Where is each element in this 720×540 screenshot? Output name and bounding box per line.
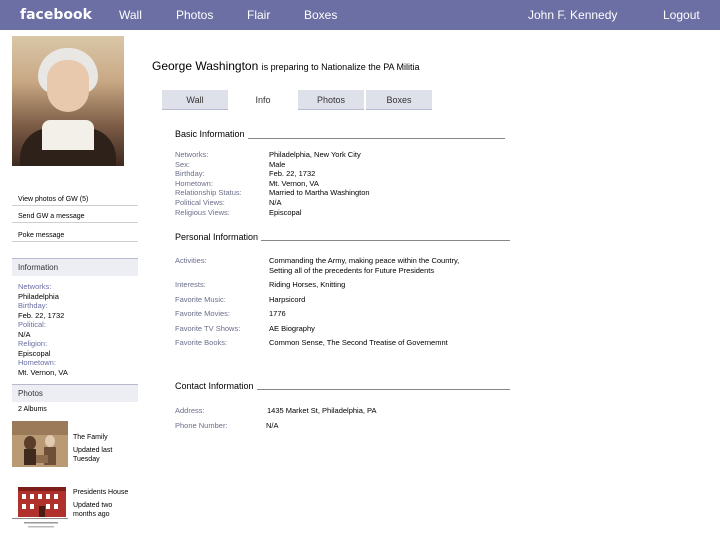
info-value: Feb. 22, 1732: [18, 310, 65, 320]
info-value: Philadelphia: [18, 291, 59, 301]
books-value: Common Sense, The Second Treatise of Gov…: [269, 338, 448, 347]
album-presidents-house-thumbnail[interactable]: [12, 485, 68, 531]
movies-label: Favorite Movies:: [175, 309, 231, 318]
info-value: Mt. Vernon, VA: [18, 367, 68, 377]
profile-picture[interactable]: [12, 36, 124, 166]
basic-value[interactable]: Philadelphia, New York City: [269, 150, 370, 160]
profile-name[interactable]: George Washington: [152, 59, 258, 73]
basic-value: Feb. 22, 1732: [269, 169, 316, 179]
album-updated: Updated last Tuesday: [73, 447, 113, 463]
info-label: Political:: [18, 320, 46, 329]
basic-info-values: Philadelphia, New York City Male Feb. 22…: [269, 150, 370, 217]
movies-value: 1776: [269, 309, 286, 318]
interests-label: Interests:: [175, 280, 206, 289]
basic-label: Sex:: [175, 159, 191, 169]
poke-link[interactable]: Poke message: [12, 230, 138, 242]
information-list: Networks: Philadelphia Birthday: Feb. 22…: [18, 282, 138, 377]
information-header: Information: [12, 258, 138, 276]
basic-info-title: Basic Information: [175, 129, 248, 139]
album-title[interactable]: Presidents House: [73, 489, 128, 496]
top-navigation-bar: facebook Wall Photos Flair Boxes John F.…: [0, 0, 720, 30]
tab-photos[interactable]: Photos: [298, 90, 364, 110]
nav-photos[interactable]: Photos: [176, 8, 213, 22]
nav-flair[interactable]: Flair: [247, 8, 270, 22]
send-message-link[interactable]: Send GW a message: [12, 211, 138, 223]
basic-value: Episcopal: [269, 207, 302, 217]
address-value: 1435 Market St, Philadelphia, PA: [267, 406, 377, 415]
status-text: is preparing to Nationalize the PA Milit…: [261, 62, 420, 72]
phone-value: N/A: [266, 421, 279, 430]
current-user-link[interactable]: John F. Kennedy: [528, 8, 617, 22]
address-label: Address:: [175, 406, 205, 415]
books-label: Favorite Books:: [175, 338, 228, 347]
profile-tabs: Wall Info Photos Boxes: [162, 90, 434, 110]
info-label: Hometown:: [18, 358, 56, 367]
info-value: Episcopal: [18, 348, 51, 358]
basic-label: Birthday:: [175, 169, 205, 179]
album-family-thumbnail[interactable]: [12, 421, 68, 467]
activities-label: Activities:: [175, 256, 207, 265]
tv-value: AE Biography: [269, 324, 315, 333]
tv-label: Favorite TV Shows:: [175, 324, 241, 333]
nav-boxes[interactable]: Boxes: [304, 8, 337, 22]
tab-info[interactable]: Info: [230, 90, 296, 110]
albums-count: 2 Albums: [18, 406, 47, 413]
music-label: Favorite Music:: [175, 295, 226, 304]
basic-label: Hometown:: [175, 178, 213, 188]
activities-value-line-2: Setting all of the precedents for Future…: [269, 266, 435, 275]
basic-value[interactable]: Married to Martha Washington: [269, 188, 370, 198]
info-label: Birthday:: [18, 301, 48, 310]
tab-wall[interactable]: Wall: [162, 90, 228, 110]
personal-info-title: Personal Information: [175, 232, 262, 242]
basic-value: N/A: [269, 197, 282, 207]
portrait-face: [47, 60, 89, 112]
album-updated: Updated two months ago: [73, 502, 113, 518]
status-line: George Washington is preparing to Nation…: [152, 59, 420, 73]
info-label: Religion:: [18, 339, 48, 348]
logout-link[interactable]: Logout: [663, 8, 700, 22]
phone-label: Phone Number:: [175, 421, 228, 430]
photos-header: Photos: [12, 384, 138, 402]
view-photos-link[interactable]: View photos of GW (5): [12, 194, 138, 206]
basic-label: Relationship Status:: [175, 188, 242, 198]
tab-boxes[interactable]: Boxes: [366, 90, 432, 110]
info-value: N/A: [18, 329, 31, 339]
album-title[interactable]: The Family: [73, 434, 108, 441]
facebook-logo[interactable]: facebook: [20, 7, 92, 23]
basic-info-labels: Networks: Sex: Birthday: Hometown: Relat…: [175, 150, 242, 217]
interests-value: Riding Horses, Knitting: [269, 280, 346, 289]
basic-label: Religious Views:: [175, 207, 230, 217]
basic-value: Mt. Vernon, VA: [269, 178, 319, 188]
basic-label: Political Views:: [175, 197, 225, 207]
music-value: Harpsicord: [269, 295, 306, 304]
album-item[interactable]: The Family Updated last Tuesday: [12, 421, 138, 471]
contact-info-title: Contact Information: [175, 381, 257, 391]
album-item[interactable]: Presidents House Updated two months ago: [12, 485, 138, 535]
info-label: Networks:: [18, 282, 52, 291]
portrait-collar: [42, 120, 94, 150]
basic-value: Male: [269, 159, 286, 169]
basic-label: Networks:: [175, 150, 209, 159]
activities-value-line-1: Commanding the Army, making peace within…: [269, 256, 460, 265]
nav-wall[interactable]: Wall: [119, 8, 142, 22]
